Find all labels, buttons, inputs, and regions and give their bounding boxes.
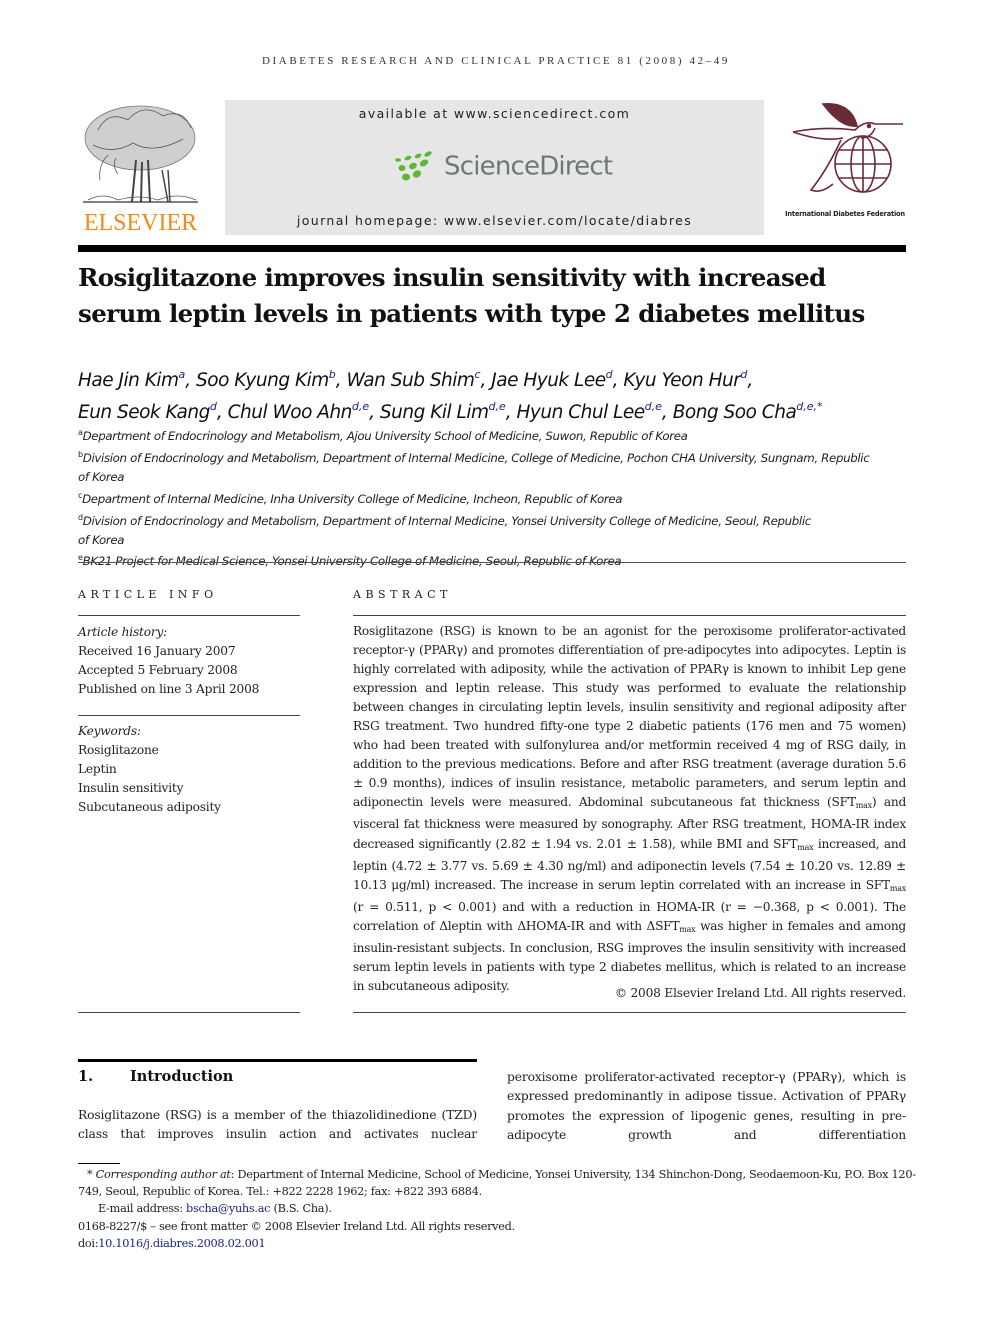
author-name[interactable]: Jae Hyuk Lee (491, 370, 606, 391)
author-name[interactable]: Hae Jin Kim (78, 370, 179, 391)
footnotes: * Corresponding author at: Department of… (78, 1166, 918, 1252)
keyword-item: Leptin (78, 762, 117, 776)
introduction-left-column: Rosiglitazone (RSG) is a member of the t… (78, 1108, 477, 1142)
affiliation-text: Department of Endocrinology and Metaboli… (82, 429, 688, 443)
author-affil-marker[interactable]: d,e (645, 400, 662, 413)
section-title: Introduction (130, 1068, 234, 1085)
abstract-rule-bottom (353, 1012, 906, 1013)
author-separator: , (335, 370, 347, 391)
affiliation-item: eBK21 Project for Medical Science, Yonse… (78, 549, 918, 571)
affiliations-rule (78, 562, 906, 563)
affiliation-text: Department of Internal Medicine, Inha Un… (82, 491, 623, 506)
issn-line: 0168-8227/$ – see front matter © 2008 El… (78, 1219, 515, 1233)
journal-homepage-link[interactable]: journal homepage: www.elsevier.com/locat… (225, 213, 764, 228)
header-rule (78, 245, 906, 252)
email-line: E-mail address: bscha@yuhs.ac (B.S. Cha)… (78, 1200, 918, 1217)
affiliation-list: aDepartment of Endocrinology and Metabol… (78, 424, 918, 571)
email-suffix: (B.S. Cha). (270, 1202, 332, 1216)
idf-hummingbird-logo (785, 100, 905, 200)
keywords-label: Keywords: (78, 724, 141, 738)
keyword-item: Rosiglitazone (78, 743, 159, 757)
author-list: Hae Jin Kima, Soo Kyung Kimb, Wan Sub Sh… (78, 362, 918, 426)
history-accepted: Accepted 5 February 2008 (78, 663, 238, 677)
subscript: max (679, 924, 696, 934)
author-name[interactable]: Bong Soo Cha (673, 402, 797, 423)
author-name[interactable]: Kyu Yeon Hur (623, 370, 741, 391)
author-separator: , (185, 370, 197, 391)
author-separator: , (661, 402, 673, 423)
section-number: 1. (78, 1068, 94, 1085)
article-title: Rosiglitazone improves insulin sensitivi… (78, 260, 918, 332)
author-affil-marker[interactable]: b (329, 368, 336, 381)
introduction-heading: 1. Introduction (78, 1068, 233, 1085)
author-separator: , (369, 402, 380, 423)
sciencedirect-availability-link[interactable]: available at www.sciencedirect.com (225, 106, 764, 121)
keyword-item: Subcutaneous adiposity (78, 800, 221, 814)
article-info-rule-bottom (78, 1012, 300, 1013)
author-line-2: Eun Seok Kangd, Chul Woo Ahnd,e, Sung Ki… (78, 394, 918, 426)
abstract-text-part: Rosiglitazone (RSG) is known to be an ag… (353, 624, 906, 810)
sciencedirect-wordmark: ScienceDirect (444, 151, 613, 182)
author-name[interactable]: Sung Kil Lim (380, 402, 489, 423)
introduction-right-column: peroxisome proliferator-activated recept… (507, 1070, 906, 1142)
hummingbird-globe-icon (792, 103, 903, 193)
footnote-marker: * (87, 1168, 93, 1181)
doi-prefix: doi: (78, 1236, 99, 1250)
affiliation-item: aDepartment of Endocrinology and Metabol… (78, 424, 918, 446)
author-affil-marker[interactable]: d (210, 400, 217, 413)
subscript: max (797, 842, 814, 852)
subscript: max (889, 883, 906, 893)
author-separator: , (505, 402, 517, 423)
title-line-1: Rosiglitazone improves insulin sensitivi… (78, 263, 826, 292)
author-separator: , (747, 370, 753, 391)
email-link[interactable]: bscha@yuhs.ac (186, 1202, 270, 1215)
author-line-1: Hae Jin Kima, Soo Kyung Kimb, Wan Sub Sh… (78, 362, 918, 394)
keyword-item: Insulin sensitivity (78, 781, 184, 795)
article-info-heading: ARTICLE INFO (78, 588, 218, 601)
author-name[interactable]: Chul Woo Ahn (228, 402, 353, 423)
article-info-rule-mid (78, 715, 300, 716)
affiliation-item: bDivision of Endocrinology and Metabolis… (78, 446, 878, 487)
history-published: Published on line 3 April 2008 (78, 682, 260, 696)
history-received: Received 16 January 2007 (78, 644, 236, 658)
subscript: max (855, 801, 872, 811)
affiliation-item: cDepartment of Internal Medicine, Inha U… (78, 487, 918, 509)
affiliation-text: Division of Endocrinology and Metabolism… (78, 450, 870, 484)
author-affil-marker[interactable]: d,e,* (796, 400, 822, 413)
running-head: DIABETES RESEARCH AND CLINICAL PRACTICE … (261, 55, 730, 67)
email-label: E-mail address: (98, 1202, 187, 1216)
footnote-rule (78, 1163, 120, 1164)
abstract-rule-top (353, 615, 906, 616)
introduction-rule (78, 1059, 477, 1062)
author-name[interactable]: Hyun Chul Lee (517, 402, 646, 423)
abstract-copyright: © 2008 Elsevier Ireland Ltd. All rights … (614, 986, 906, 1000)
idf-caption: International Diabetes Federation (785, 210, 905, 218)
author-separator: , (480, 370, 492, 391)
author-affil-marker[interactable]: d,e (489, 400, 506, 413)
author-name[interactable]: Soo Kyung Kim (196, 370, 329, 391)
article-history-label: Article history: (78, 625, 168, 639)
author-name[interactable]: Eun Seok Kang (78, 402, 210, 423)
article-info-rule-top (78, 615, 300, 616)
author-name[interactable]: Wan Sub Shim (347, 370, 475, 391)
corresponding-label: Corresponding author at (95, 1168, 231, 1181)
author-affil-marker[interactable]: d,e (352, 400, 369, 413)
corresponding-author-note: * Corresponding author at: Department of… (78, 1166, 918, 1200)
affiliation-text: Division of Endocrinology and Metabolism… (78, 513, 811, 547)
tree-icon (83, 105, 198, 203)
author-separator: , (612, 370, 624, 391)
elsevier-wordmark: ELSEVIER (83, 210, 198, 236)
abstract-heading: ABSTRACT (353, 588, 452, 601)
doi-line: doi:10.1016/j.diabres.2008.02.001 (78, 1235, 918, 1252)
author-separator: , (216, 402, 228, 423)
affiliation-item: dDivision of Endocrinology and Metabolis… (78, 509, 818, 550)
keywords: Keywords: Rosiglitazone Leptin Insulin s… (78, 722, 300, 817)
author-affil-marker[interactable]: d (606, 368, 613, 381)
article-history: Article history: Received 16 January 200… (78, 623, 300, 699)
title-line-2: serum leptin levels in patients with typ… (78, 299, 865, 328)
doi-link[interactable]: 10.1016/j.diabres.2008.02.001 (98, 1237, 265, 1250)
abstract-body: Rosiglitazone (RSG) is known to be an ag… (353, 622, 906, 996)
sciencedirect-dots-icon (395, 151, 432, 181)
sciencedirect-logo[interactable]: ScienceDirect (392, 150, 613, 190)
